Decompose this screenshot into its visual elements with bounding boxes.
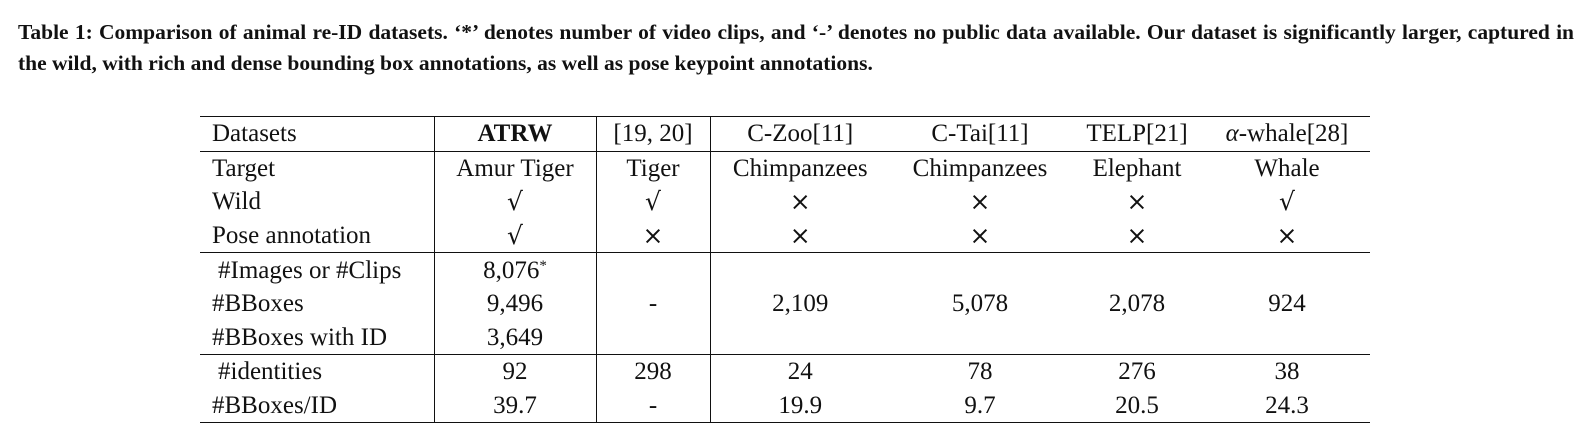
cross-mark-icon: × — [596, 218, 711, 254]
row-label-images: #Images or #Clips — [200, 252, 435, 287]
header-datasets: Datasets — [200, 116, 435, 152]
caption-text: Comparison of animal re-ID datasets. ‘*’… — [18, 20, 1574, 75]
cell-bboxes-telp: 2,078 — [1108, 290, 1166, 318]
cell-images-atrw: 8,076* — [434, 252, 597, 287]
cell-target-atrw: Amur Tiger — [434, 151, 597, 186]
header-ctai: C-Tai[11] — [890, 116, 1070, 152]
cell-bboxes-atrw: 9,496 — [434, 286, 597, 321]
row-label-bboxes: #BBoxes — [200, 286, 435, 321]
cell-images-telp — [1070, 253, 1204, 287]
alpha-symbol: α — [1225, 120, 1239, 148]
cross-mark-icon: × — [710, 218, 890, 254]
cell-target-telp: Elephant — [1092, 154, 1182, 182]
cell-bpi-ref: - — [596, 388, 711, 424]
row-pose: Pose annotation √ × × × × × — [200, 218, 1370, 254]
row-images: #Images or #Clips 8,076* — [200, 252, 1370, 287]
cell-images-ctai — [890, 253, 1070, 287]
cross-mark-icon: × — [969, 187, 991, 217]
cell-images-whale — [1204, 253, 1370, 287]
row-bboxes-per-id: #BBoxes/ID 39.7 - 19.9 9.7 20.5 24.3 — [200, 388, 1370, 424]
cross-mark-icon: × — [1070, 218, 1204, 254]
cell-bpi-telp: 20.5 — [1070, 388, 1204, 424]
check-mark-icon: √ — [434, 218, 597, 254]
clip-marker: * — [539, 257, 547, 274]
dataset-comparison-table: Datasets ATRW [19, 20] C-Zoo[11] C-Tai[1… — [200, 116, 1370, 424]
row-label-pose: Pose annotation — [200, 218, 435, 254]
whale-label: -whale[28] — [1238, 120, 1349, 148]
check-mark-icon: √ — [434, 185, 597, 219]
cell-target-whale: Whale — [1254, 154, 1320, 182]
cross-mark-icon: × — [1204, 218, 1370, 254]
row-identities: #identities 92 298 24 78 276 38 — [200, 354, 1370, 389]
cell-identities-ref: 298 — [596, 354, 711, 389]
cell-target-czoo: Chimpanzees — [732, 154, 868, 182]
cell-bpi-czoo: 19.9 — [710, 388, 890, 424]
cell-bboxes-whale: 924 — [1268, 290, 1306, 318]
row-label-bboxes-with-id: #BBoxes with ID — [200, 320, 435, 356]
header-whale: α-whale[28] — [1204, 116, 1370, 152]
row-target: Target Amur Tiger Tiger Chimpanzees Chim… — [200, 151, 1370, 186]
cell-target-ref: Tiger — [596, 151, 711, 186]
cell-identities-czoo: 24 — [787, 358, 813, 386]
cell-bboxes-ctai: 5,078 — [951, 290, 1009, 318]
cell-bboxes-ref: - — [596, 286, 711, 321]
header-telp: TELP[21] — [1070, 116, 1204, 152]
images-value: 8,076 — [483, 256, 540, 284]
cell-bboxes-id-ref — [596, 320, 711, 356]
cell-images-czoo — [710, 253, 890, 287]
row-label-target: Target — [200, 151, 435, 186]
cross-mark-icon: × — [890, 218, 1070, 254]
cell-identities-telp: 276 — [1118, 358, 1156, 386]
header-atrw: ATRW — [434, 116, 597, 152]
cell-bpi-atrw: 39.7 — [434, 388, 597, 424]
cross-mark-icon: × — [789, 187, 811, 217]
cell-bboxes-id-ctai — [890, 320, 1070, 356]
cell-bboxes-id-czoo — [710, 320, 890, 356]
header-ref-19-20: [19, 20] — [596, 116, 711, 152]
cell-bboxes-id-telp — [1070, 320, 1204, 356]
cell-bboxes-id-atrw: 3,649 — [434, 320, 597, 356]
row-bboxes-with-id: #BBoxes with ID 3,649 — [200, 320, 1370, 356]
cell-bpi-whale: 24.3 — [1204, 388, 1370, 424]
check-mark-icon: √ — [596, 185, 711, 219]
header-czoo: C-Zoo[11] — [710, 116, 890, 152]
cell-target-ctai: Chimpanzees — [912, 154, 1048, 182]
cell-identities-atrw: 92 — [434, 354, 597, 389]
cell-bpi-ctai: 9.7 — [890, 388, 1070, 424]
cell-identities-whale: 38 — [1274, 358, 1300, 386]
table-caption: Table 1: Comparison of animal re-ID data… — [18, 17, 1574, 79]
caption-label: Table 1: — [18, 20, 93, 44]
cross-mark-icon: × — [1126, 187, 1148, 217]
row-label-bboxes-per-id: #BBoxes/ID — [200, 388, 435, 424]
row-label-identities: #identities — [200, 354, 435, 389]
row-wild: Wild √ √ × × × √ — [200, 185, 1370, 219]
cell-images-ref — [596, 252, 711, 287]
row-label-wild: Wild — [200, 185, 435, 219]
cell-identities-ctai: 78 — [967, 358, 993, 386]
cell-bboxes-id-whale — [1204, 320, 1370, 356]
header-row: Datasets ATRW [19, 20] C-Zoo[11] C-Tai[1… — [200, 116, 1370, 152]
row-bboxes: #BBoxes 9,496 - 2,109 5,078 2,078 924 — [200, 286, 1370, 321]
cell-bboxes-czoo: 2,109 — [772, 290, 829, 318]
check-mark-icon: √ — [1279, 187, 1295, 217]
